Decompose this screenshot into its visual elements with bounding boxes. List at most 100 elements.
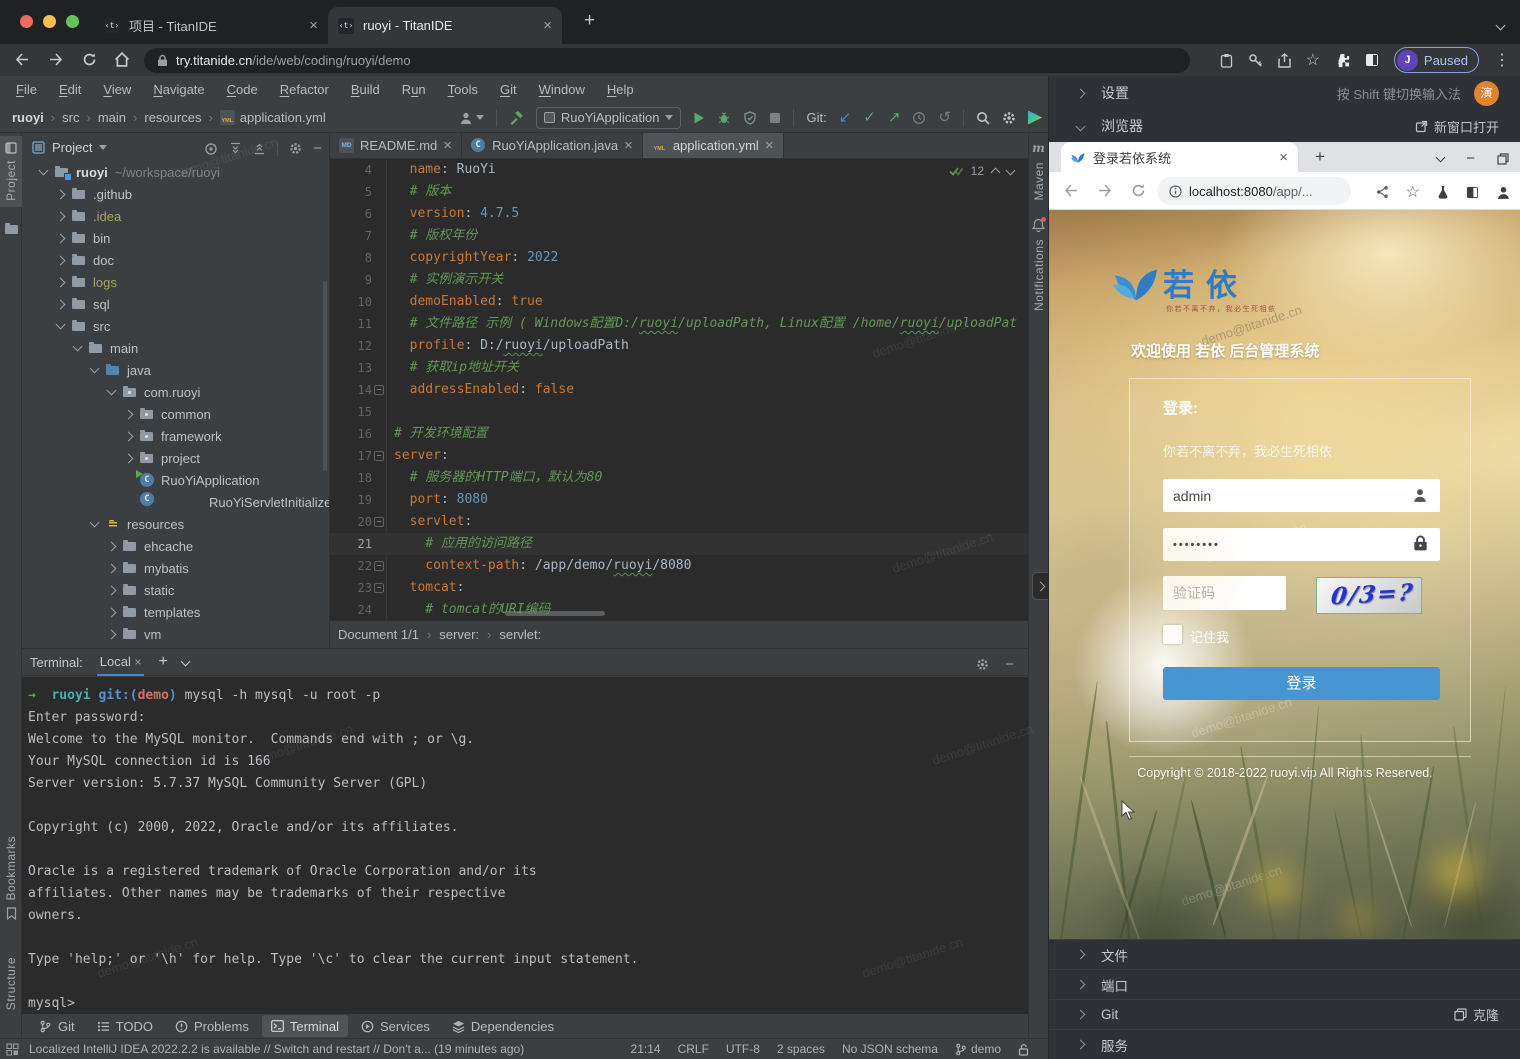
tree-item-bin[interactable]: bin — [22, 227, 330, 249]
fold-marker[interactable]: − — [374, 451, 384, 461]
status-21-14[interactable]: 21:14 — [631, 1042, 661, 1056]
panel-row-端口[interactable]: 端口 — [1049, 969, 1520, 999]
git-update-icon[interactable]: ↙ — [839, 110, 852, 125]
status-2-spaces[interactable]: 2 spaces — [777, 1042, 825, 1056]
demo-badge[interactable]: 演 — [1474, 81, 1499, 106]
tool-strip-structure[interactable]: Structure — [0, 957, 22, 1010]
toolwindow-services[interactable]: Services — [352, 1015, 439, 1037]
terminal-settings-gear-icon[interactable] — [976, 658, 989, 671]
menu-refactor[interactable]: Refactor — [269, 79, 340, 100]
tree-expand-icon[interactable] — [49, 257, 71, 264]
tree-collapse-icon[interactable] — [49, 324, 71, 328]
tree-item-vm[interactable]: vm — [22, 623, 330, 645]
code-line-24[interactable]: 24 # tomcat的URI编码 — [330, 599, 1028, 620]
titan-run-icon[interactable] — [1028, 111, 1042, 125]
tree-expand-icon[interactable] — [100, 631, 122, 638]
close-tab-icon[interactable] — [543, 18, 552, 33]
tree-item-sql[interactable]: sql — [22, 293, 330, 315]
chrome-menu-icon[interactable] — [1494, 50, 1510, 70]
tree-item-ehcache[interactable]: ehcache — [22, 535, 330, 557]
breadcrumb-item-ruoyi[interactable]: ruoyi — [12, 110, 44, 125]
menu-git[interactable]: Git — [489, 79, 528, 100]
breadcrumb-item-src[interactable]: src — [62, 110, 79, 125]
tree-collapse-icon[interactable] — [83, 522, 105, 526]
tree-expand-icon[interactable] — [100, 587, 122, 594]
status-crlf[interactable]: CRLF — [678, 1042, 709, 1056]
status-no-json-schema[interactable]: No JSON schema — [842, 1042, 938, 1056]
status-utf-8[interactable]: UTF-8 — [726, 1042, 760, 1056]
clone-button[interactable]: 克隆 — [1454, 1005, 1499, 1024]
fold-marker[interactable]: − — [374, 583, 384, 593]
tree-item-java[interactable]: java — [22, 359, 330, 381]
code-line-9[interactable]: 9 # 实例演示开关 — [330, 269, 1028, 291]
panel-row-settings[interactable]: 设置 按 Shift 键切换输入法 演 — [1049, 76, 1520, 110]
tree-item-.idea[interactable]: .idea — [22, 205, 330, 227]
tab-list-icon[interactable] — [1436, 153, 1446, 163]
browser-tab-2[interactable]: ‹t›ruoyi - TitanIDE — [328, 7, 562, 44]
coverage-shield-icon[interactable] — [743, 111, 757, 125]
panel-row-browser[interactable]: 浏览器 新窗口打开 — [1049, 110, 1520, 142]
browser-tab-1[interactable]: ‹t›项目 - TitanIDE — [94, 7, 328, 44]
menu-edit[interactable]: Edit — [48, 79, 92, 100]
search-everywhere-icon[interactable] — [976, 111, 990, 125]
unlock-icon[interactable] — [1018, 1043, 1030, 1056]
tree-expand-icon[interactable] — [117, 411, 139, 418]
toolwindow-git[interactable]: Git — [30, 1015, 84, 1037]
menu-tools[interactable]: Tools — [437, 79, 489, 100]
fold-marker[interactable]: − — [374, 517, 384, 527]
tab-search-icon[interactable] — [1497, 17, 1504, 32]
collapse-all-icon[interactable] — [253, 142, 266, 155]
code-line-6[interactable]: 6 version: 4.7.5 — [330, 203, 1028, 225]
sidebar-icon[interactable] — [1365, 53, 1379, 67]
editor-tab-README.md[interactable]: README.md — [330, 133, 462, 158]
tree-expand-icon[interactable] — [117, 455, 139, 462]
maven-strip-label[interactable]: Maven — [1032, 162, 1046, 201]
close-editor-tab-icon[interactable] — [443, 138, 452, 153]
menu-run[interactable]: Run — [391, 79, 437, 100]
breadcrumb-item-application.yml[interactable]: application.yml — [220, 110, 326, 125]
tree-item-com.ruoyi[interactable]: com.ruoyi — [22, 381, 330, 403]
doc-breadcrumb-0[interactable]: Document 1/1 — [338, 627, 419, 642]
tree-item-mybatis[interactable]: mybatis — [22, 557, 330, 579]
tree-item-framework[interactable]: framework — [22, 425, 330, 447]
notifications-strip-label[interactable]: Notifications — [1032, 239, 1046, 311]
toolwindow-problems[interactable]: Problems — [166, 1015, 258, 1037]
tree-expand-icon[interactable] — [117, 433, 139, 440]
minimize-panel-icon[interactable]: − — [1005, 656, 1014, 673]
tree-expand-icon[interactable] — [49, 279, 71, 286]
locate-file-icon[interactable] — [204, 142, 218, 156]
tree-expand-icon[interactable] — [100, 565, 122, 572]
tool-strip-bookmarks[interactable]: Bookmarks — [0, 836, 22, 920]
code-line-19[interactable]: 19 port: 8080 — [330, 489, 1028, 511]
code-line-10[interactable]: 10 demoEnabled: true — [330, 291, 1028, 313]
tree-item-doc[interactable]: doc — [22, 249, 330, 271]
breadcrumb-item-main[interactable]: main — [98, 110, 126, 125]
emb-reload-icon[interactable] — [1131, 183, 1146, 198]
profile-users-icon[interactable] — [459, 111, 484, 125]
menu-file[interactable]: File — [5, 79, 48, 100]
fold-marker[interactable]: − — [374, 561, 384, 571]
doc-breadcrumb-2[interactable]: servlet: — [499, 627, 541, 642]
tree-collapse-icon[interactable] — [83, 368, 105, 372]
captcha-image[interactable]: 0/3=? — [1316, 577, 1422, 614]
status-git-branch[interactable]: demo — [955, 1042, 1001, 1056]
terminal-dropdown-icon[interactable] — [180, 656, 190, 666]
panel-row-Git[interactable]: Git克隆 — [1049, 999, 1520, 1029]
embedded-browser-tab[interactable]: 登录若依系统 — [1061, 142, 1298, 172]
code-line-16[interactable]: 16# 开发环境配置 — [330, 423, 1028, 445]
rollback-icon[interactable]: ↺ — [938, 110, 951, 125]
emb-star-icon[interactable]: ☆ — [1406, 182, 1420, 202]
tree-item-logs[interactable]: logs — [22, 271, 330, 293]
tree-item-src[interactable]: src — [22, 315, 330, 337]
close-editor-tab-icon[interactable] — [624, 138, 633, 153]
code-line-12[interactable]: 12 profile: D:/ruoyi/uploadPath — [330, 335, 1028, 357]
tree-expand-icon[interactable] — [100, 609, 122, 616]
emb-back-icon[interactable] — [1063, 183, 1079, 198]
open-new-window-button[interactable]: 新窗口打开 — [1415, 117, 1499, 136]
tree-expand-icon[interactable] — [49, 235, 71, 242]
panel-settings-gear-icon[interactable] — [289, 142, 302, 155]
new-tab-button[interactable] — [584, 10, 595, 32]
close-tab-icon[interactable] — [309, 18, 318, 33]
menu-view[interactable]: View — [92, 79, 142, 100]
tree-item-.github[interactable]: .github — [22, 183, 330, 205]
